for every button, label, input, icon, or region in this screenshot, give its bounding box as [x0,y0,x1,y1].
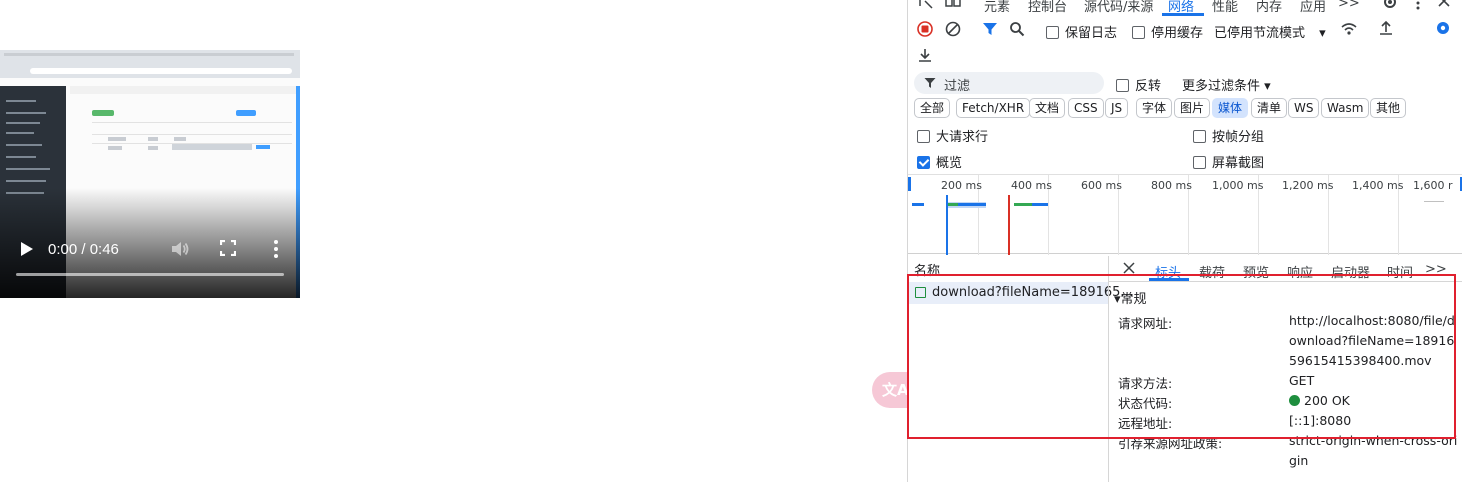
translate-icon: 文A [882,381,909,399]
group-by-frame-checkbox[interactable]: 按帧分组 [1193,126,1264,145]
device-toolbar-icon[interactable] [944,0,962,10]
disable-cache-label: 停用缓存 [1151,26,1204,41]
filter-input[interactable]: 过滤 [914,72,1104,94]
settings-gear-icon[interactable] [1382,0,1398,10]
inspect-element-icon[interactable] [918,0,934,10]
screenshots-label: 屏幕截图 [1212,156,1265,171]
timeline-label: 1,000 ms [1212,179,1264,192]
timeline-label: 800 ms [1151,179,1192,192]
type-filter-all[interactable]: 全部 [914,98,951,118]
tab-console[interactable]: 控制台 [1028,0,1067,15]
chevron-down-icon: ▾ [1264,79,1271,94]
timeline-label: 1,200 ms [1282,179,1334,192]
type-filter-wasm[interactable]: Wasm [1321,98,1370,118]
timeline-label: 600 ms [1081,179,1122,192]
import-har-icon[interactable] [1378,20,1394,36]
overview-checkbox[interactable]: 概览 [917,152,962,171]
filter-funnel-icon[interactable] [982,21,998,37]
timeline-label: 1,600 r [1413,179,1453,192]
export-har-icon[interactable] [917,47,933,63]
play-icon[interactable] [18,240,36,258]
network-toolbar: 保留日志 停用缓存 已停用节流模式 ▾ [908,18,1462,44]
record-stop-icon[interactable] [917,21,933,37]
tab-memory[interactable]: 内存 [1256,0,1282,15]
preserve-log-label: 保留日志 [1065,26,1118,41]
video-frame-green-button [92,110,114,116]
red-annotation-box [907,274,1456,439]
type-filter-media[interactable]: 媒体 [1212,98,1249,118]
search-icon[interactable] [1009,21,1025,37]
translate-button[interactable]: 文A [872,372,912,408]
type-filter-js[interactable]: JS [1105,98,1129,118]
type-filter-img[interactable]: 图片 [1174,98,1211,118]
type-filter-other[interactable]: 其他 [1370,98,1407,118]
video-frame-browser-bar [0,50,300,78]
screenshots-checkbox[interactable]: 屏幕截图 [1193,152,1264,171]
tab-elements[interactable]: 元素 [984,0,1010,15]
filter-placeholder: 过滤 [944,79,971,94]
tab-sources[interactable]: 源代码/来源 [1084,0,1153,15]
close-detail-icon[interactable] [1123,262,1135,274]
video-frame-header [70,86,298,94]
large-rows-checkbox[interactable]: 大请求行 [917,126,988,145]
disable-cache-checkbox[interactable]: 停用缓存 [1132,22,1203,41]
more-filters-label: 更多过滤条件 [1182,79,1261,94]
type-filter-fetch-xhr[interactable]: Fetch/XHR [956,98,1031,118]
clear-icon[interactable] [945,21,961,37]
overview-label: 概览 [936,156,963,171]
video-time: 0:00 / 0:46 [48,241,119,258]
invert-label: 反转 [1135,79,1162,94]
network-settings-gear-icon[interactable] [1435,20,1451,36]
video-player[interactable]: 0:00 / 0:46 [0,50,300,298]
type-filter-font[interactable]: 字体 [1136,98,1173,118]
more-tabs-chevron[interactable]: >> [1338,0,1360,11]
type-filter-doc[interactable]: 文档 [1029,98,1066,118]
network-overview-timeline[interactable]: 200 ms 400 ms 600 ms 800 ms 1,000 ms 1,2… [908,174,1462,255]
kebab-menu-icon[interactable] [1414,0,1422,10]
more-options-icon[interactable] [272,239,280,259]
video-frame-blue-button [236,110,256,116]
timeline-label: 200 ms [941,179,982,192]
volume-icon[interactable] [170,239,190,259]
throttle-label: 已停用节流模式 [1214,26,1306,41]
active-tab-indicator [1162,13,1204,16]
timeline-label: 400 ms [1011,179,1052,192]
more-filters-dropdown[interactable]: 更多过滤条件 ▾ [1182,75,1271,94]
tab-performance[interactable]: 性能 [1212,0,1238,15]
fullscreen-icon[interactable] [220,240,236,256]
type-filter-css[interactable]: CSS [1068,98,1104,118]
group-by-frame-label: 按帧分组 [1212,130,1265,145]
filter-icon [924,78,936,88]
timeline-label: 1,400 ms [1352,179,1404,192]
type-filter-ws[interactable]: WS [1288,98,1320,118]
video-progress-bar[interactable] [16,273,284,276]
tab-application[interactable]: 应用 [1300,0,1326,15]
devtools-tabbar: 元素 控制台 源代码/来源 网络 性能 内存 应用 >> [908,0,1462,16]
network-conditions-icon[interactable] [1340,21,1358,37]
throttle-select[interactable]: 已停用节流模式 ▾ [1214,22,1326,41]
preserve-log-checkbox[interactable]: 保留日志 [1046,22,1117,41]
video-controls: 0:00 / 0:46 [0,228,300,298]
large-rows-label: 大请求行 [936,130,989,145]
type-filter-manifest[interactable]: 清单 [1251,98,1288,118]
invert-checkbox[interactable]: 反转 [1116,75,1161,94]
close-icon[interactable] [1438,0,1450,10]
chevron-down-icon: ▾ [1319,26,1326,41]
